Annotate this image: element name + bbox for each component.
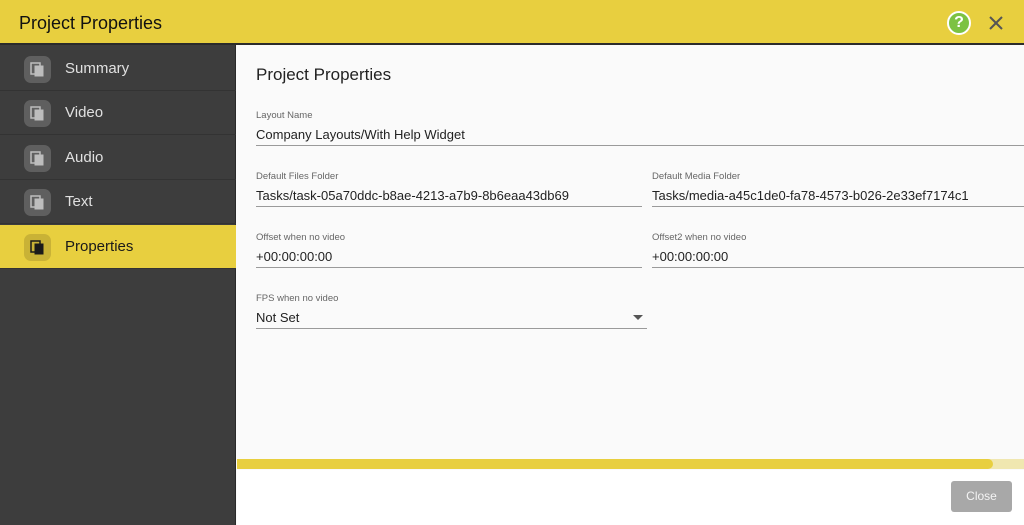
sidebar-item-label: Properties <box>65 238 134 255</box>
offset-input[interactable]: +00:00:00:00 <box>256 249 332 265</box>
field-label: Default Media Folder <box>652 171 741 182</box>
copy-icon <box>24 145 51 172</box>
field-label: Offset2 when no video <box>652 232 747 243</box>
copy-icon <box>24 56 51 83</box>
offset2-field[interactable]: Offset2 when no video +00:00:00:00 <box>652 232 1024 268</box>
default-files-folder-field[interactable]: Default Files Folder Tasks/task-05a70ddc… <box>256 171 642 207</box>
project-properties-dialog: Project Properties ? Summary Video Audio… <box>0 0 1024 525</box>
layout-name-input[interactable]: Company Layouts/With Help Widget <box>256 127 465 143</box>
properties-panel: Project Properties Layout Name Company L… <box>237 47 1024 525</box>
help-icon[interactable]: ? <box>947 11 971 35</box>
sidebar-item-audio[interactable]: Audio <box>0 136 236 180</box>
dialog-footer: Close <box>237 470 1024 525</box>
field-label: Layout Name <box>256 110 313 121</box>
panel-title: Project Properties <box>256 65 392 84</box>
layout-name-field[interactable]: Layout Name Company Layouts/With Help Wi… <box>256 110 1024 146</box>
dialog-header: Project Properties ? <box>0 0 1024 45</box>
copy-icon <box>24 189 51 216</box>
sidebar-item-properties[interactable]: Properties <box>0 225 236 269</box>
progress-bar <box>237 459 1024 469</box>
chevron-down-icon[interactable] <box>633 315 643 320</box>
copy-icon <box>24 100 51 127</box>
close-icon[interactable] <box>986 13 1006 33</box>
fps-selected-value[interactable]: Not Set <box>256 310 299 326</box>
field-label: Default Files Folder <box>256 171 339 182</box>
sidebar-item-label: Summary <box>65 60 130 77</box>
copy-icon <box>24 234 51 261</box>
default-files-folder-input[interactable]: Tasks/task-05a70ddc-b8ae-4213-a7b9-8b6ea… <box>256 188 569 204</box>
offset-field[interactable]: Offset when no video +00:00:00:00 <box>256 232 642 268</box>
sidebar-item-label: Audio <box>65 149 104 166</box>
default-media-folder-field[interactable]: Default Media Folder Tasks/media-a45c1de… <box>652 171 1024 207</box>
field-label: FPS when no video <box>256 293 339 304</box>
sidebar: Summary Video Audio Text Properties <box>0 45 236 525</box>
sidebar-item-text[interactable]: Text <box>0 180 236 224</box>
fps-select[interactable]: FPS when no video Not Set <box>256 293 647 329</box>
field-label: Offset when no video <box>256 232 346 243</box>
sidebar-item-label: Video <box>65 104 104 121</box>
close-button[interactable]: Close <box>951 481 1012 512</box>
sidebar-item-label: Text <box>65 193 93 210</box>
sidebar-item-video[interactable]: Video <box>0 91 236 135</box>
progress-bar-fill <box>237 459 993 469</box>
dialog-title: Project Properties <box>19 13 163 33</box>
default-media-folder-input[interactable]: Tasks/media-a45c1de0-fa78-4573-b026-2e33… <box>652 188 969 204</box>
offset2-input[interactable]: +00:00:00:00 <box>652 249 728 265</box>
sidebar-item-summary[interactable]: Summary <box>0 47 236 91</box>
